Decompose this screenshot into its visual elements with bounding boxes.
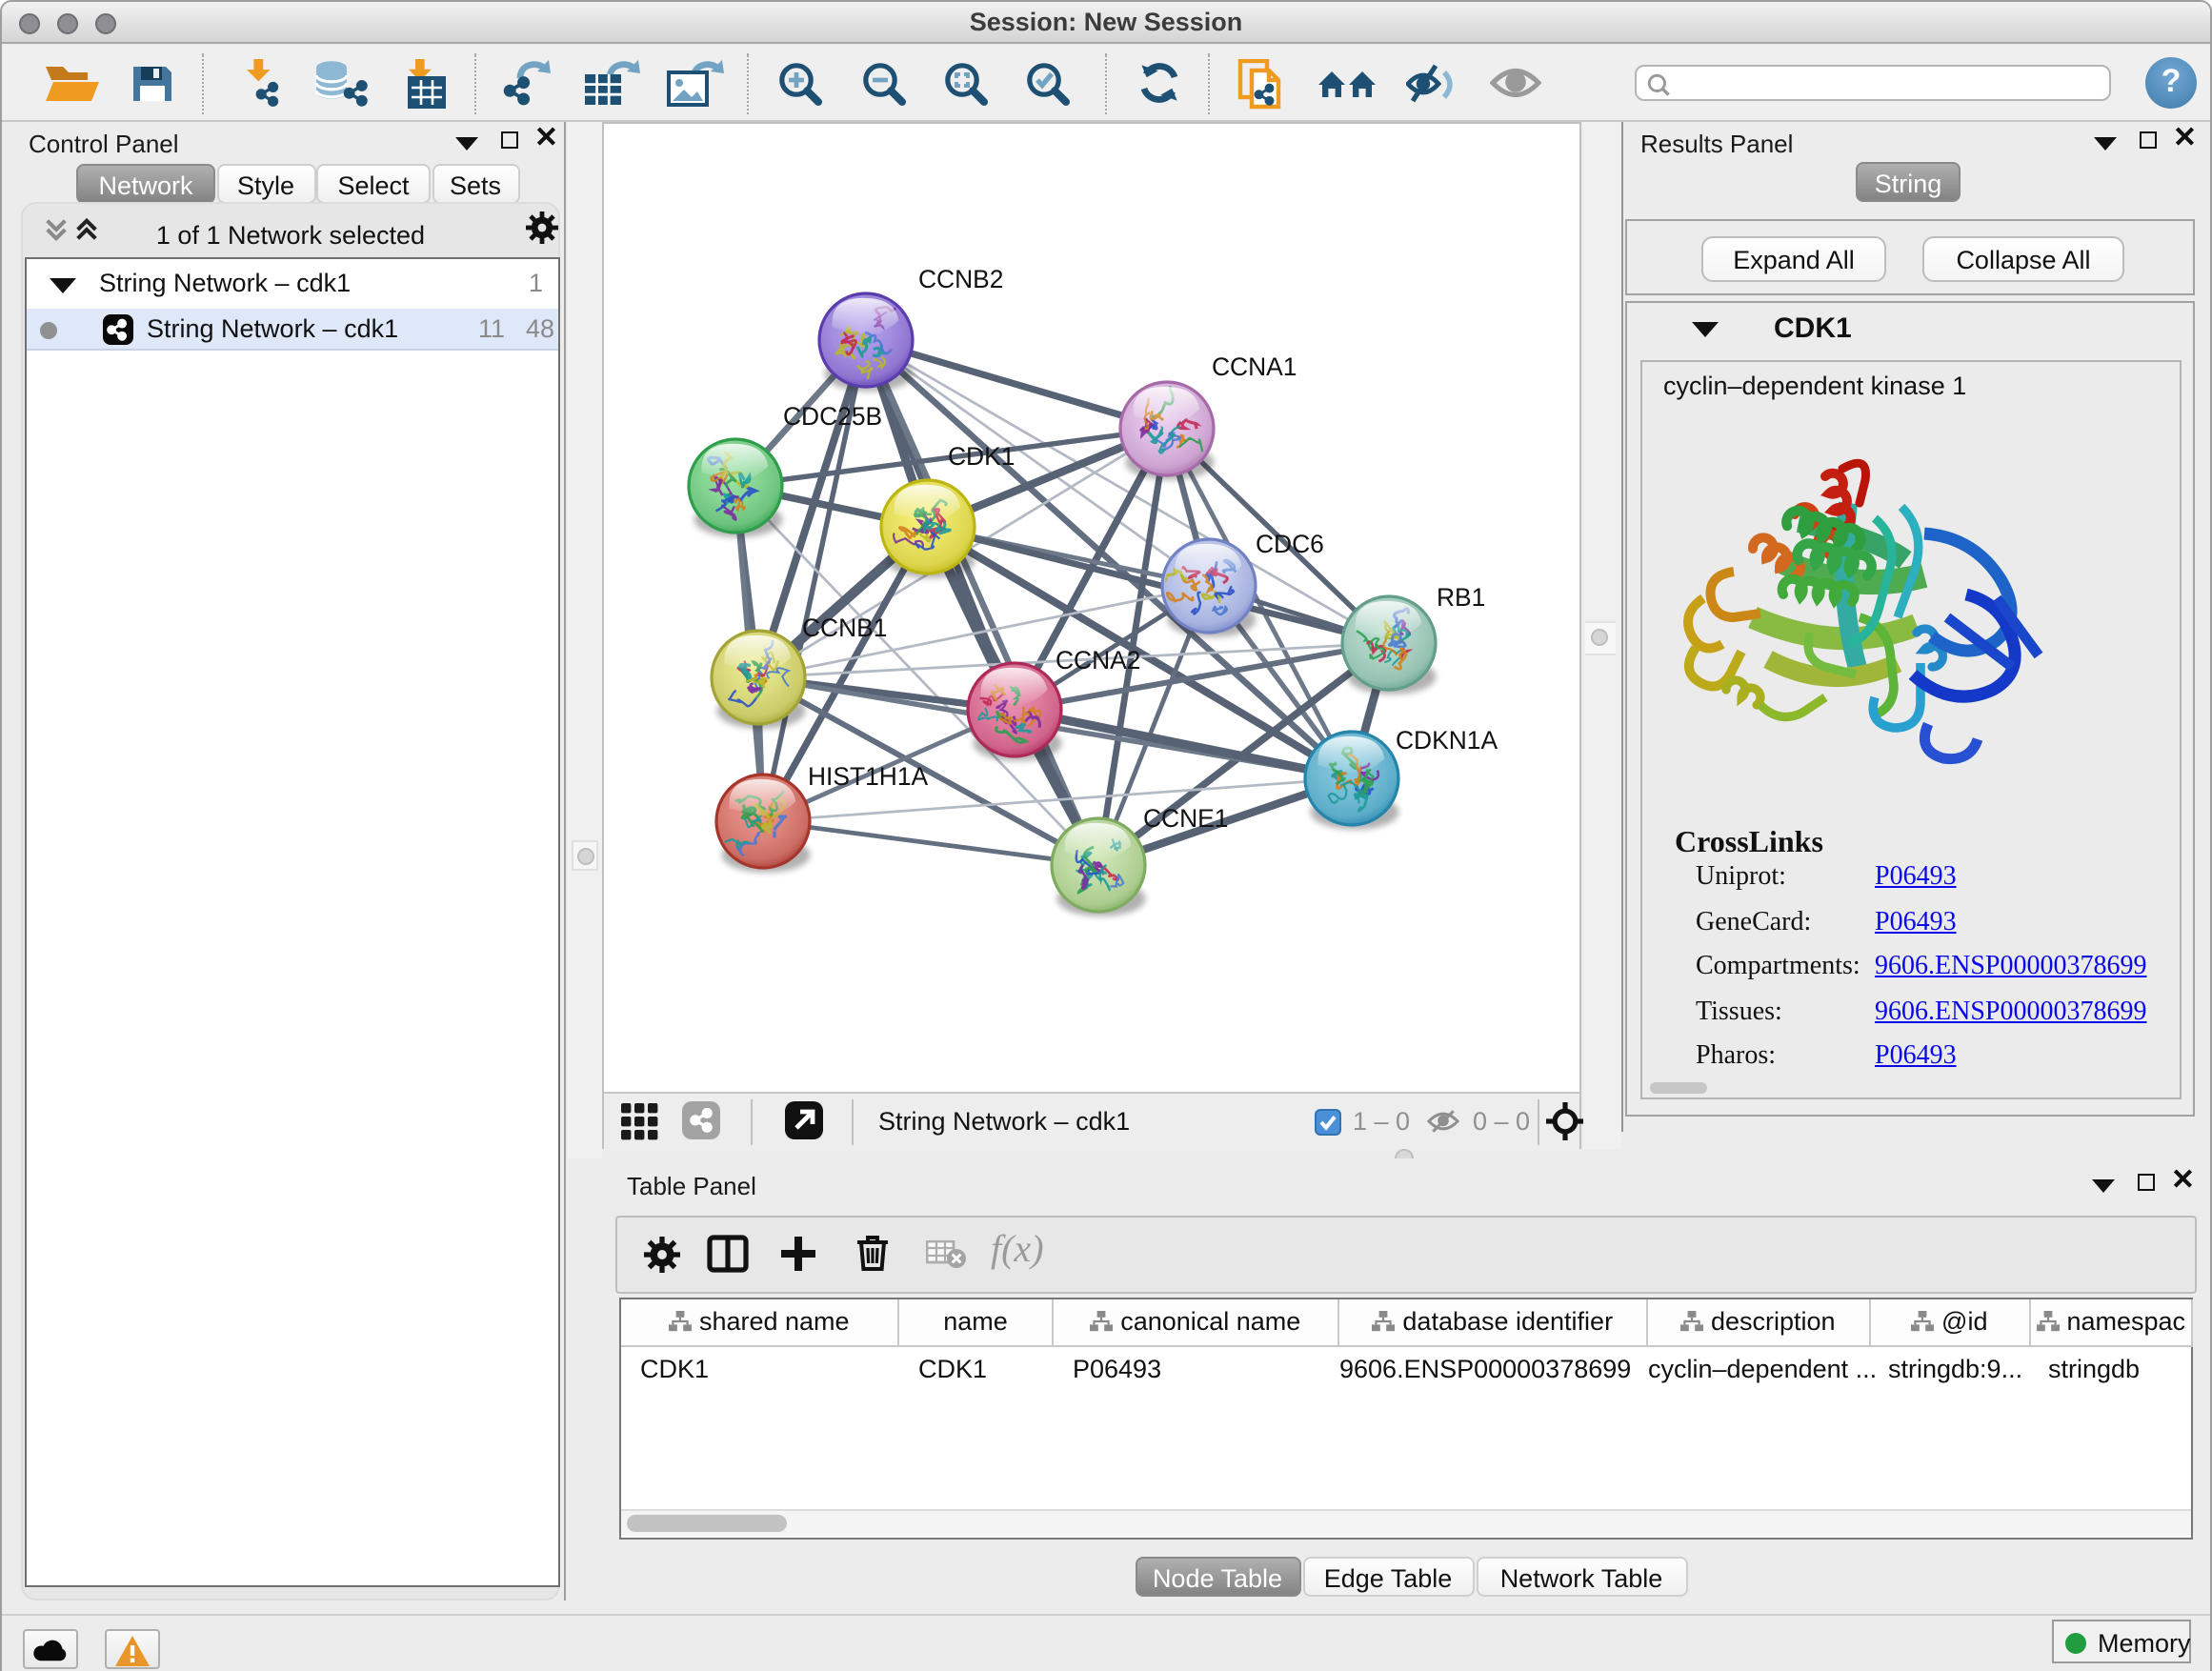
svg-text:CCNE1: CCNE1 <box>1143 804 1228 833</box>
svg-text:CDC6: CDC6 <box>1256 530 1324 558</box>
svg-text:CCNB1: CCNB1 <box>802 614 887 642</box>
svg-text:RB1: RB1 <box>1437 583 1485 612</box>
svg-text:HIST1H1A: HIST1H1A <box>808 762 929 791</box>
svg-text:CCNA2: CCNA2 <box>1056 646 1140 674</box>
svg-text:CDK1: CDK1 <box>948 442 1015 471</box>
svg-text:CDC25B: CDC25B <box>783 402 882 431</box>
svg-text:CDKN1A: CDKN1A <box>1396 726 1498 755</box>
svg-text:CCNB2: CCNB2 <box>918 265 1003 293</box>
svg-text:CCNA1: CCNA1 <box>1212 352 1297 381</box>
